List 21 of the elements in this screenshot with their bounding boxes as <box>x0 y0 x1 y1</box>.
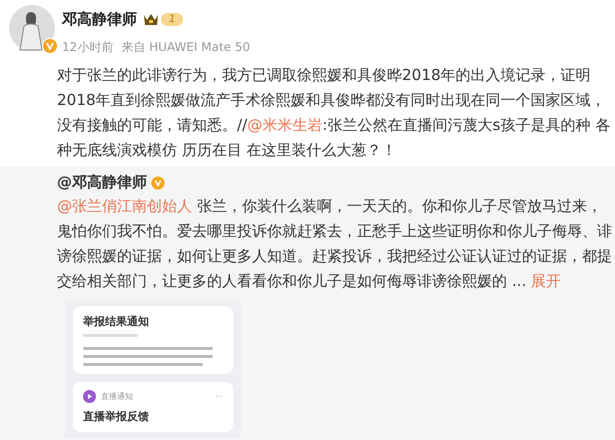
verified-badge-icon <box>42 38 58 54</box>
user-name[interactable]: 邓高静律师 <box>62 10 137 29</box>
card-title: 直播举报反馈 <box>83 409 150 424</box>
card-title: 举报结果通知 <box>83 314 150 329</box>
post-time: 12小时前 <box>62 39 114 56</box>
more-menu[interactable]: ··· <box>215 392 223 401</box>
user-mention-link[interactable]: @张兰俏江南创始人 <box>57 197 192 215</box>
blurred-date <box>83 334 138 337</box>
original-author-link[interactable]: @邓高静律师 <box>57 173 147 192</box>
level-badge: 1 <box>161 13 184 26</box>
card-source: 直播通知 <box>101 391 133 402</box>
avatar[interactable] <box>8 4 56 52</box>
post-text: 对于张兰的此诽谤行为，我方已调取徐熙媛和具俊晔2018年的出入境记录，证明2018年直到徐熙媛做流产手术徐熙媛和具俊晔都没有同时出现在同一个国家区域，没有接触的可能，请知悉。//@米米生岩:张兰公然在直播间污蔑大s孩子是具的种 各种无底线演戏模仿 历历在目 在这里装什么大葱？！ <box>57 65 612 161</box>
crown-icon <box>143 13 159 26</box>
attached-image[interactable]: 举报结果通知 直播通知 ··· 直播举报反馈 <box>65 300 241 438</box>
play-circle-icon <box>83 390 96 403</box>
verified-badge-icon <box>151 176 165 190</box>
user-mention-link[interactable]: @米米生岩 <box>247 116 322 134</box>
expand-link[interactable]: 展开 <box>531 272 562 290</box>
post-source: 来自 HUAWEI Mate 50 <box>121 39 250 56</box>
post-text: @张兰俏江南创始人 张兰，你装什么装啊，一天天的。你和你儿子尽管放马过来，鬼怕你们我不怕。爱去哪里投诉你就赶紧去，正愁手上这些证明你和你儿子侮辱、诽谤徐熙媛的证据，如何让更多人知道。赶紧投诉，我把经过公证认证过的证据，都提交给相关部门，让更多的人看看你和你儿子是如何侮辱诽谤徐熙媛的 ... 展开 <box>57 196 613 292</box>
